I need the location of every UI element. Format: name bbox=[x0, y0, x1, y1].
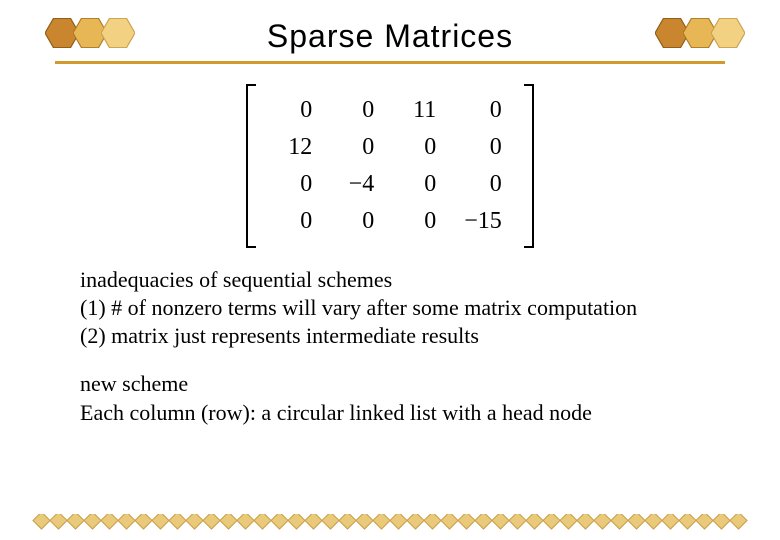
paragraph-newscheme: new scheme Each column (row): a circular… bbox=[80, 370, 700, 426]
text-line: new scheme bbox=[80, 371, 188, 396]
matrix-cell: 0 bbox=[450, 129, 516, 166]
matrix-container: 0 0 11 0 12 0 0 0 0 −4 0 0 0 0 0 −15 bbox=[0, 84, 780, 248]
matrix-cell: 0 bbox=[388, 203, 450, 240]
diamond-icon bbox=[236, 514, 254, 530]
matrix-cell: 11 bbox=[388, 92, 450, 129]
hexagon-icon bbox=[101, 18, 135, 48]
diamond-icon bbox=[644, 514, 662, 530]
matrix-cell: 0 bbox=[264, 166, 326, 203]
text-line: Each column (row): a circular linked lis… bbox=[80, 400, 592, 425]
diamond-icon bbox=[338, 514, 356, 530]
matrix-cell: 0 bbox=[450, 166, 516, 203]
matrix-cell: 0 bbox=[264, 92, 326, 129]
diamond-icon bbox=[661, 514, 679, 530]
diamond-icon bbox=[474, 514, 492, 530]
diamond-icon bbox=[219, 514, 237, 530]
sparse-matrix: 0 0 11 0 12 0 0 0 0 −4 0 0 0 0 0 −15 bbox=[246, 84, 534, 248]
diamond-icon bbox=[32, 514, 50, 530]
body-text: inadequacies of sequential schemes (1) #… bbox=[80, 266, 700, 427]
matrix-cell: 0 bbox=[388, 129, 450, 166]
decorative-diamond-row bbox=[0, 514, 780, 532]
matrix-cell: −15 bbox=[450, 203, 516, 240]
diamond-icon bbox=[151, 514, 169, 530]
diamond-icon bbox=[134, 514, 152, 530]
diamond-icon bbox=[355, 514, 373, 530]
matrix-cell: 0 bbox=[326, 203, 388, 240]
diamond-icon bbox=[202, 514, 220, 530]
decorative-hex-right bbox=[655, 18, 735, 48]
diamond-icon bbox=[49, 514, 67, 530]
matrix-cell: −4 bbox=[326, 166, 388, 203]
diamond-icon bbox=[525, 514, 543, 530]
diamond-icon bbox=[117, 514, 135, 530]
diamond-icon bbox=[287, 514, 305, 530]
diamond-icon bbox=[372, 514, 390, 530]
text-line: inadequacies of sequential schemes bbox=[80, 267, 392, 292]
diamond-icon bbox=[678, 514, 696, 530]
diamond-icon bbox=[66, 514, 84, 530]
diamond-icon bbox=[542, 514, 560, 530]
diamond-icon bbox=[712, 514, 730, 530]
matrix-cell: 0 bbox=[264, 203, 326, 240]
diamond-icon bbox=[576, 514, 594, 530]
diamond-icon bbox=[83, 514, 101, 530]
diamond-icon bbox=[440, 514, 458, 530]
diamond-icon bbox=[627, 514, 645, 530]
diamond-icon bbox=[185, 514, 203, 530]
matrix-cell: 0 bbox=[326, 129, 388, 166]
diamond-icon bbox=[457, 514, 475, 530]
diamond-icon bbox=[270, 514, 288, 530]
matrix-cell: 0 bbox=[388, 166, 450, 203]
text-line: (1) # of nonzero terms will vary after s… bbox=[80, 295, 637, 320]
matrix-cell: 0 bbox=[326, 92, 388, 129]
hexagon-icon bbox=[711, 18, 745, 48]
diamond-icon bbox=[168, 514, 186, 530]
diamond-icon bbox=[321, 514, 339, 530]
header: Sparse Matrices bbox=[55, 0, 725, 64]
diamond-icon bbox=[508, 514, 526, 530]
diamond-icon bbox=[389, 514, 407, 530]
diamond-icon bbox=[559, 514, 577, 530]
diamond-icon bbox=[593, 514, 611, 530]
diamond-icon bbox=[406, 514, 424, 530]
diamond-icon bbox=[304, 514, 322, 530]
diamond-icon bbox=[423, 514, 441, 530]
diamond-icon bbox=[100, 514, 118, 530]
diamond-icon bbox=[729, 514, 747, 530]
diamond-icon bbox=[610, 514, 628, 530]
diamond-icon bbox=[253, 514, 271, 530]
decorative-hex-left bbox=[45, 18, 125, 48]
diamond-icon bbox=[695, 514, 713, 530]
paragraph-inadequacies: inadequacies of sequential schemes (1) #… bbox=[80, 266, 700, 350]
diamond-icon bbox=[491, 514, 509, 530]
matrix-cell: 12 bbox=[264, 129, 326, 166]
page-title: Sparse Matrices bbox=[267, 18, 513, 55]
matrix-cell: 0 bbox=[450, 92, 516, 129]
text-line: (2) matrix just represents intermediate … bbox=[80, 323, 479, 348]
